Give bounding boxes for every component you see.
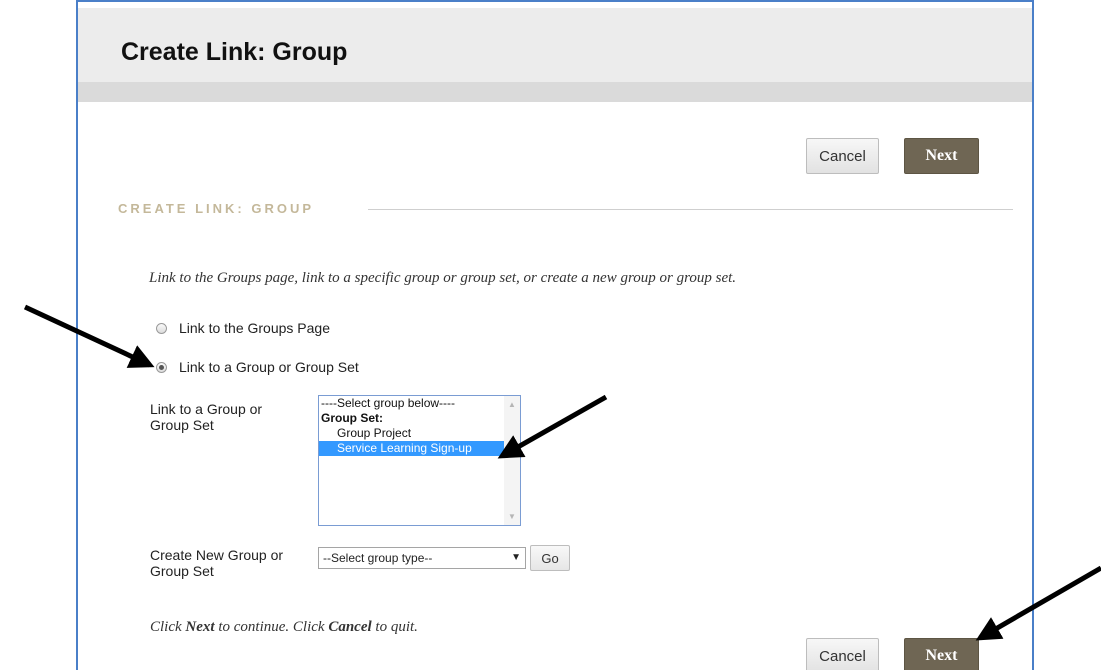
option-groups-page[interactable]: Link to the Groups Page bbox=[156, 320, 330, 336]
footer-note-part3: to quit. bbox=[371, 619, 418, 635]
groups-page-radio[interactable] bbox=[156, 322, 167, 334]
go-button[interactable]: Go bbox=[530, 545, 570, 571]
dropdown-arrow-icon: ▼ bbox=[511, 552, 521, 563]
group-type-value: --Select group type-- bbox=[323, 551, 433, 565]
dialog-frame: Create Link: Group Cancel Next CREATE LI… bbox=[76, 0, 1034, 670]
top-cancel-button[interactable]: Cancel bbox=[806, 138, 879, 174]
listbox-item-service-learning[interactable]: Service Learning Sign-up bbox=[319, 441, 504, 456]
bottom-cancel-button[interactable]: Cancel bbox=[806, 638, 879, 670]
footer-note-part1: Click bbox=[150, 619, 186, 635]
bottom-next-button[interactable]: Next bbox=[904, 638, 979, 670]
page-title: Create Link: Group bbox=[121, 38, 348, 66]
footer-note: Click Next to continue. Click Cancel to … bbox=[150, 619, 418, 636]
group-listbox[interactable]: ----Select group below---- Group Set: Gr… bbox=[318, 395, 521, 526]
section-divider bbox=[368, 209, 1013, 210]
group-or-set-label: Link to a Group or Group Set bbox=[179, 359, 359, 375]
option-group-or-set[interactable]: Link to a Group or Group Set bbox=[156, 359, 359, 375]
groups-page-label: Link to the Groups Page bbox=[179, 320, 330, 336]
scroll-down-icon[interactable]: ▼ bbox=[508, 512, 516, 521]
header-strip bbox=[78, 82, 1032, 102]
footer-note-next: Next bbox=[185, 619, 215, 635]
footer-note-cancel: Cancel bbox=[328, 619, 372, 635]
listbox-placeholder[interactable]: ----Select group below---- bbox=[319, 396, 520, 411]
footer-note-part2: to continue. Click bbox=[214, 619, 329, 635]
scroll-up-icon[interactable]: ▲ bbox=[508, 400, 516, 409]
group-type-select[interactable]: --Select group type-- ▼ bbox=[318, 547, 526, 569]
listbox-item-group-project[interactable]: Group Project bbox=[319, 426, 520, 441]
top-next-button[interactable]: Next bbox=[904, 138, 979, 174]
create-new-label: Create New Group or Group Set bbox=[150, 547, 284, 579]
instructions-text: Link to the Groups page, link to a speci… bbox=[149, 270, 737, 286]
listbox-group-header: Group Set: bbox=[321, 411, 383, 425]
section-heading: CREATE LINK: GROUP bbox=[118, 201, 315, 216]
group-or-set-radio[interactable] bbox=[156, 361, 167, 373]
group-select-label: Link to a Group or Group Set bbox=[150, 401, 263, 433]
listbox-scrollbar[interactable]: ▲ ▼ bbox=[504, 396, 520, 525]
